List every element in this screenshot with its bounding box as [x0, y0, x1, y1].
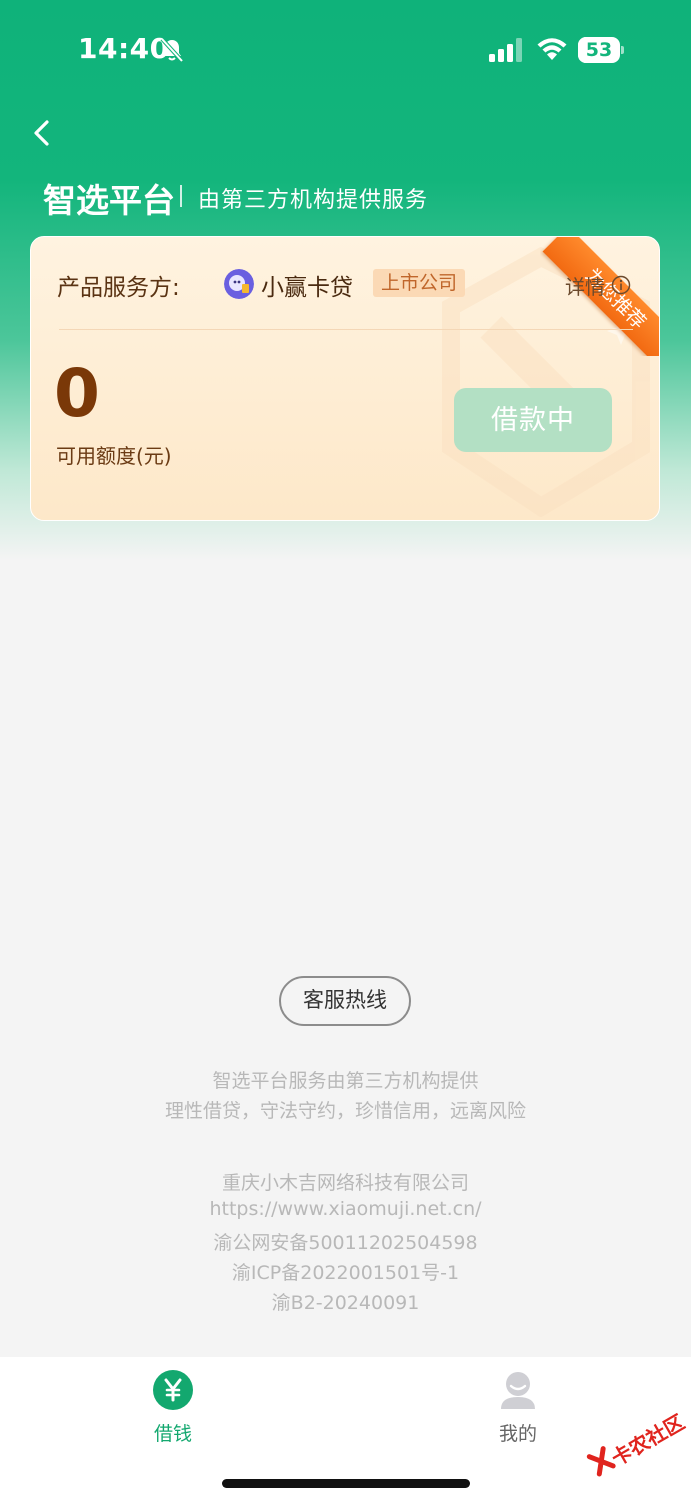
- footer-notice: 理性借贷，守法守约，珍惜信用，远离风险: [164, 1100, 526, 1122]
- info-icon[interactable]: [611, 275, 631, 295]
- back-button[interactable]: [28, 116, 58, 150]
- provider-logo-icon: [224, 269, 254, 299]
- company-website: https://www.xiaomuji.net.cn/: [209, 1198, 482, 1220]
- tab-mine[interactable]: 我的: [458, 1357, 578, 1457]
- page-title: 智选平台: [43, 181, 175, 220]
- signal-icon: [489, 38, 522, 62]
- icp-record: 渝ICP备2022001501号-1: [231, 1262, 460, 1284]
- user-icon: [501, 1372, 535, 1409]
- battery-indicator: 53: [578, 37, 624, 63]
- details-link[interactable]: 详情: [565, 271, 605, 300]
- public-security-record: 渝公网安备50011202504598: [213, 1232, 478, 1254]
- battery-level: 53: [585, 39, 613, 61]
- customer-service-hotline-button[interactable]: 客服热线: [279, 976, 411, 1026]
- provider-label: 产品服务方:: [57, 275, 180, 301]
- company-name: 重庆小木吉网络科技有限公司: [221, 1172, 469, 1194]
- tab-borrow[interactable]: 借钱: [113, 1357, 233, 1457]
- available-credit-amount: 0: [54, 355, 100, 432]
- product-card: 为您推荐 产品服务方: 小赢卡贷 上市公司 详情 0 可用额度(元) 借款中: [30, 236, 660, 521]
- tab-mine-label: 我的: [498, 1423, 537, 1445]
- tab-borrow-label: 借钱: [153, 1423, 192, 1445]
- bell-muted-icon: [160, 37, 184, 63]
- provider-name: 小赢卡贷: [261, 275, 353, 301]
- footer-notice: 智选平台服务由第三方机构提供: [212, 1070, 479, 1092]
- listed-company-badge: 上市公司: [373, 269, 466, 297]
- loan-status-button[interactable]: 借款中: [454, 388, 612, 452]
- wifi-icon: [537, 38, 567, 60]
- title-divider: [180, 185, 182, 207]
- home-indicator: [222, 1479, 470, 1488]
- business-license: 渝B2-20240091: [271, 1292, 420, 1314]
- status-time: 14:40: [78, 32, 170, 65]
- page-subtitle: 由第三方机构提供服务: [198, 188, 429, 213]
- yen-icon: [153, 1370, 193, 1410]
- status-bar: 14:40 53: [0, 0, 691, 100]
- available-credit-label: 可用额度(元): [56, 444, 172, 468]
- card-divider: [59, 329, 633, 330]
